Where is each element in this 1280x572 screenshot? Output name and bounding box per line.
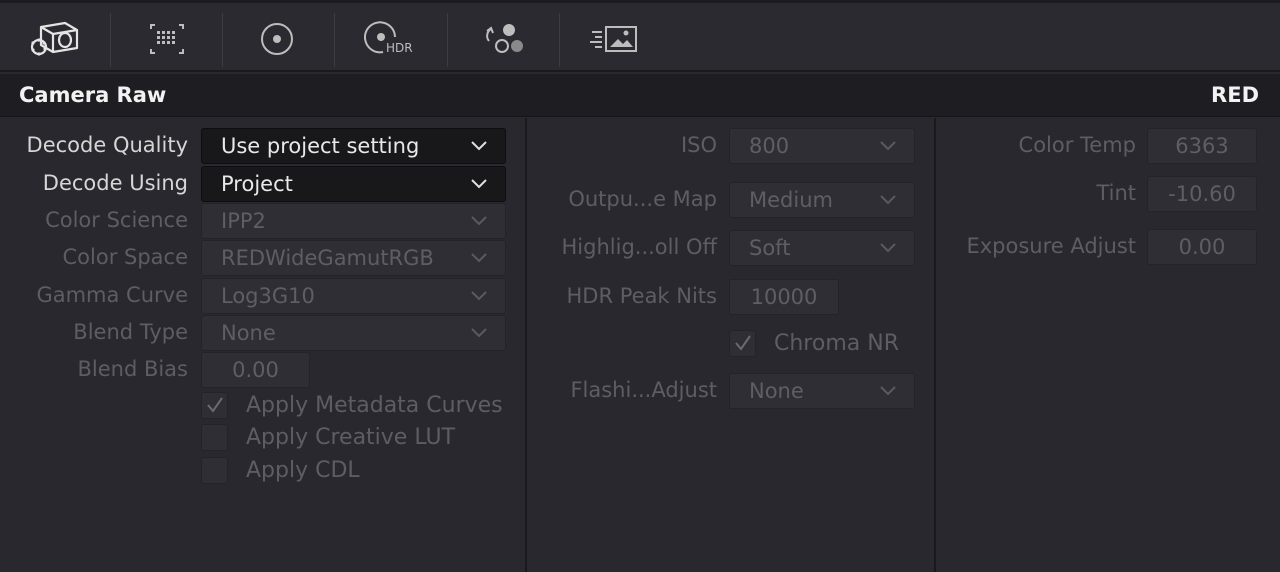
apply-creative-lut-checkbox[interactable]: Apply Creative LUT <box>201 424 455 451</box>
apply-metadata-curves-checkbox[interactable]: Apply Metadata Curves <box>201 392 503 419</box>
hdr-peak-nits-label: HDR Peak Nits <box>566 284 718 308</box>
toolbar-separator <box>447 13 448 67</box>
blend-bias-input[interactable]: 0.00 <box>201 352 310 388</box>
primaries-icon <box>261 23 293 55</box>
checkbox-box[interactable] <box>201 457 228 484</box>
camera-raw-button[interactable] <box>25 15 85 63</box>
hdr-button[interactable]: HDR <box>361 15 421 63</box>
apply-cdl-checkbox[interactable]: Apply CDL <box>201 457 360 484</box>
chevron-down-icon <box>471 141 487 151</box>
highlight-rolloff-select[interactable]: Soft <box>729 230 915 266</box>
chevron-down-icon <box>471 216 487 226</box>
decode-using-select[interactable]: Project <box>201 166 506 202</box>
chevron-down-icon <box>880 141 896 151</box>
gamma-curve-select[interactable]: Log3G10 <box>201 278 506 314</box>
motion-effects-icon <box>590 26 637 52</box>
decode-quality-value: Use project setting <box>221 134 420 158</box>
color-space-value: REDWideGamutRGB <box>221 246 434 270</box>
flashing-adjust-value: None <box>749 379 804 403</box>
gamma-curve-label: Gamma Curve <box>36 283 188 307</box>
decode-quality-select[interactable]: Use project setting <box>201 128 506 164</box>
iso-label: ISO <box>680 133 717 157</box>
exposure-adjust-label: Exposure Adjust <box>966 234 1136 258</box>
hdr-icon-label: HDR <box>386 41 413 55</box>
toolbar-separator <box>110 13 111 67</box>
color-space-select[interactable]: REDWideGamutRGB <box>201 240 506 276</box>
chroma-nr-checkbox[interactable]: Chroma NR <box>729 330 899 357</box>
column-divider <box>525 118 527 572</box>
chevron-down-icon <box>880 195 896 205</box>
decode-quality-label: Decode Quality <box>26 133 188 157</box>
primaries-button[interactable] <box>247 15 307 63</box>
flashing-adjust-label: Flashi...Adjust <box>570 378 717 402</box>
blend-type-value: None <box>221 321 276 345</box>
output-tone-map-value: Medium <box>749 188 833 212</box>
chroma-nr-label: Chroma NR <box>774 331 899 356</box>
color-temp-input[interactable]: 6363 <box>1147 128 1257 164</box>
checkmark-icon <box>207 397 223 413</box>
checkbox-box[interactable] <box>729 330 756 357</box>
tint-label: Tint <box>1096 181 1136 205</box>
checkbox-box[interactable] <box>201 424 228 451</box>
toolbar-separator <box>334 13 335 67</box>
toolbar-separator <box>559 13 560 67</box>
column-divider <box>934 118 936 572</box>
color-science-select[interactable]: IPP2 <box>201 203 506 239</box>
iso-select[interactable]: 800 <box>729 128 915 164</box>
checkmark-icon <box>735 335 751 351</box>
flashing-adjust-select[interactable]: None <box>729 373 915 409</box>
camera-raw-icon <box>30 21 79 56</box>
chevron-down-icon <box>880 386 896 396</box>
iso-value: 800 <box>749 134 790 158</box>
color-science-value: IPP2 <box>221 209 266 233</box>
highlight-rolloff-value: Soft <box>749 236 791 260</box>
color-space-label: Color Space <box>62 245 189 269</box>
motion-effects-button[interactable] <box>584 15 644 63</box>
apply-metadata-curves-label: Apply Metadata Curves <box>246 393 503 418</box>
color-match-button[interactable] <box>137 15 197 63</box>
toolbar: HDR <box>0 0 1280 72</box>
blend-type-select[interactable]: None <box>201 315 506 351</box>
hdr-peak-nits-input[interactable]: 10000 <box>729 279 839 315</box>
chevron-down-icon <box>471 328 487 338</box>
chevron-down-icon <box>471 253 487 263</box>
decode-using-value: Project <box>221 172 293 196</box>
chevron-down-icon <box>471 179 487 189</box>
chevron-down-icon <box>471 291 487 301</box>
tint-input[interactable]: -10.60 <box>1147 176 1257 212</box>
chevron-down-icon <box>880 243 896 253</box>
highlight-rolloff-label: Highlig...oll Off <box>561 235 717 259</box>
gamma-curve-value: Log3G10 <box>221 284 315 308</box>
rgb-mixer-icon <box>486 24 523 53</box>
decode-using-label: Decode Using <box>42 171 188 195</box>
rgb-mixer-button[interactable] <box>473 15 533 63</box>
output-tone-map-label: Outpu...e Map <box>568 187 717 211</box>
output-tone-map-select[interactable]: Medium <box>729 182 915 218</box>
color-temp-label: Color Temp <box>1018 133 1136 157</box>
blend-bias-label: Blend Bias <box>77 357 188 381</box>
color-match-icon <box>150 24 184 54</box>
panel-header: Camera Raw RED <box>0 74 1280 117</box>
camera-brand-label: RED <box>1211 83 1259 107</box>
color-science-label: Color Science <box>45 208 188 232</box>
apply-cdl-label: Apply CDL <box>246 458 360 483</box>
exposure-adjust-input[interactable]: 0.00 <box>1147 229 1257 265</box>
toolbar-separator <box>222 13 223 67</box>
checkbox-box[interactable] <box>201 392 228 419</box>
apply-creative-lut-label: Apply Creative LUT <box>246 425 456 450</box>
blend-type-label: Blend Type <box>73 320 188 344</box>
panel-title: Camera Raw <box>19 83 167 107</box>
